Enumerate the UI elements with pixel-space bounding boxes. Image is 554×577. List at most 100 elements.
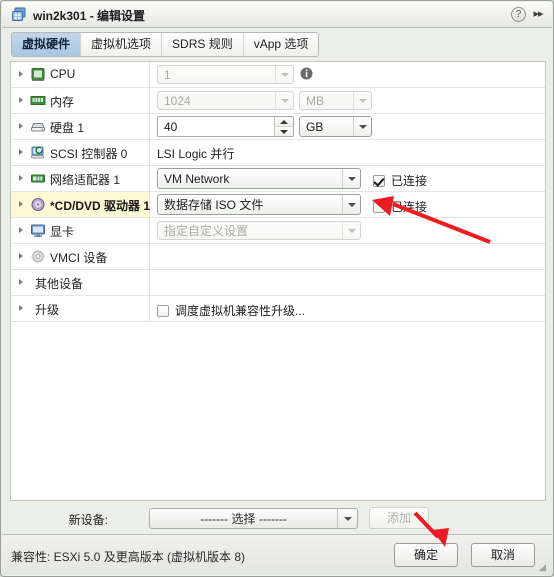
scsi-icon (31, 146, 44, 159)
stepper-up-icon[interactable] (275, 117, 293, 127)
chevron-right-icon[interactable] (19, 97, 23, 103)
chevron-right-icon[interactable] (19, 149, 23, 155)
device-label: 内存 (50, 95, 75, 109)
cpu-icon (31, 68, 45, 81)
chevron-down-icon[interactable] (342, 169, 360, 188)
device-label: CPU (50, 67, 76, 81)
info-icon[interactable] (300, 67, 313, 80)
device-control-cell (151, 244, 545, 269)
chevron-down-icon[interactable] (353, 92, 371, 109)
device-cell-cpu[interactable]: CPU (11, 62, 150, 87)
table-row[interactable]: 硬盘 1 40 GB (11, 114, 545, 140)
cddvd-connected-checkbox[interactable] (373, 200, 385, 213)
harddisk-icon (31, 123, 45, 132)
device-control-cell: 1 (151, 62, 545, 87)
memory-icon (30, 96, 46, 105)
chevron-right-icon[interactable] (19, 253, 23, 259)
chevron-right-icon[interactable] (19, 201, 23, 207)
device-control-cell: VM Network 已连接 (151, 166, 545, 191)
chevron-down-icon[interactable] (342, 222, 360, 239)
tab-group: 虚拟硬件 虚拟机选项 SDRS 规则 vApp 选项 (11, 32, 320, 57)
network-connected-checkbox-wrap[interactable]: 已连接 (373, 172, 427, 189)
network-connected-checkbox[interactable] (373, 174, 385, 187)
chevron-right-icon[interactable] (19, 279, 23, 285)
device-control-cell: 指定自定义设置 (151, 218, 545, 243)
chevron-right-icon[interactable] (19, 71, 23, 77)
device-label: 升级 (35, 303, 60, 317)
table-row[interactable]: 网络适配器 1 VM Network 已连接 (11, 166, 545, 192)
device-label: SCSI 控制器 0 (50, 147, 128, 161)
chevron-down-icon[interactable] (337, 509, 357, 528)
device-control-cell: 1024 MB (151, 88, 545, 113)
chevron-down-icon[interactable] (275, 92, 293, 109)
upgrade-schedule-label: 调度虚拟机兼容性升级... (175, 304, 306, 318)
scsi-controller-type: LSI Logic 并行 (157, 147, 235, 161)
cancel-button[interactable]: 取消 (471, 543, 535, 567)
chevron-right-icon[interactable] (19, 123, 23, 129)
device-cell-vmci[interactable]: VMCI 设备 (11, 244, 150, 269)
tab-bar: 虚拟硬件 虚拟机选项 SDRS 规则 vApp 选项 (2, 28, 552, 60)
disk-size-value[interactable]: 40 (158, 120, 274, 134)
device-cell-harddisk[interactable]: 硬盘 1 (11, 114, 150, 139)
chevron-right-icon[interactable] (19, 227, 23, 233)
device-cell-cddvd[interactable]: *CD/DVD 驱动器 1 (11, 192, 150, 217)
cpu-count-combo[interactable]: 1 (157, 65, 294, 84)
videocard-icon (31, 224, 45, 237)
expand-icon[interactable]: ▸▸ (531, 8, 545, 21)
upgrade-schedule-checkbox[interactable] (157, 304, 169, 317)
upgrade-schedule-checkbox-wrap[interactable]: 调度虚拟机兼容性升级... (157, 302, 305, 319)
device-cell-videocard[interactable]: 显卡 (11, 218, 150, 243)
device-cell-network[interactable]: 网络适配器 1 (11, 166, 150, 191)
device-label: 显卡 (50, 225, 75, 239)
table-row[interactable]: 显卡 指定自定义设置 (11, 218, 545, 244)
add-device-button[interactable]: 添加 (369, 507, 429, 529)
table-row[interactable]: VMCI 设备 (11, 244, 545, 270)
device-control-cell: 调度虚拟机兼容性升级... (151, 296, 545, 321)
chevron-down-icon[interactable] (275, 66, 293, 83)
table-row[interactable]: *CD/DVD 驱动器 1 数据存储 ISO 文件 已连接 (11, 192, 545, 218)
stepper-buttons[interactable] (274, 117, 293, 136)
cpu-count-value: 1 (164, 67, 171, 82)
tab-virtual-hardware[interactable]: 虚拟硬件 (12, 33, 82, 56)
device-cell-memory[interactable]: 内存 (11, 88, 150, 113)
table-row[interactable]: CPU 1 (11, 62, 545, 88)
disk-unit-value: GB (306, 119, 324, 134)
memory-unit-combo[interactable]: MB (299, 91, 372, 110)
chevron-down-icon[interactable] (342, 195, 360, 214)
cddvd-connected-label: 已连接 (391, 200, 428, 214)
stepper-down-icon[interactable] (275, 127, 293, 136)
device-cell-scsi[interactable]: SCSI 控制器 0 (11, 140, 150, 165)
cddvd-source-combo[interactable]: 数据存储 ISO 文件 (157, 194, 361, 215)
window-title: win2k301 - 编辑设置 (33, 9, 146, 23)
new-device-select[interactable]: ------- 选择 ------- (149, 508, 358, 529)
memory-unit-value: MB (306, 93, 324, 108)
network-combo[interactable]: VM Network (157, 168, 361, 189)
disk-unit-combo[interactable]: GB (299, 116, 372, 137)
device-cell-upgrade[interactable]: 升级 (11, 296, 150, 321)
chevron-right-icon[interactable] (19, 175, 23, 181)
device-label: 网络适配器 1 (50, 173, 121, 187)
disk-size-stepper[interactable]: 40 (157, 116, 294, 137)
videocard-settings-combo[interactable]: 指定自定义设置 (157, 221, 361, 240)
tab-sdrs-rules[interactable]: SDRS 规则 (162, 33, 244, 56)
tab-vapp-options[interactable]: vApp 选项 (243, 33, 319, 56)
table-row[interactable]: 升级 调度虚拟机兼容性升级... (11, 296, 545, 322)
tab-vm-options[interactable]: 虚拟机选项 (81, 33, 163, 56)
table-row[interactable]: 其他设备 (11, 270, 545, 296)
vmci-icon (31, 249, 45, 264)
device-label: 硬盘 1 (50, 121, 85, 135)
title-bar: win2k301 - 编辑设置 ? ▸▸ (2, 2, 552, 28)
chevron-down-icon[interactable] (353, 117, 371, 136)
ok-button[interactable]: 确定 (394, 543, 458, 567)
memory-size-combo[interactable]: 1024 (157, 91, 294, 110)
device-cell-other[interactable]: 其他设备 (11, 270, 150, 295)
table-row[interactable]: SCSI 控制器 0 LSI Logic 并行 (11, 140, 545, 166)
help-button[interactable]: ? (511, 7, 526, 22)
device-control-cell (151, 270, 545, 295)
cddvd-connected-checkbox-wrap[interactable]: 已连接 (373, 198, 427, 215)
network-connected-label: 已连接 (391, 174, 428, 188)
device-label: 其他设备 (35, 277, 84, 291)
table-row[interactable]: 内存 1024 MB (11, 88, 545, 114)
resize-grip-icon[interactable]: ◢ (539, 563, 548, 572)
chevron-right-icon[interactable] (19, 305, 23, 311)
